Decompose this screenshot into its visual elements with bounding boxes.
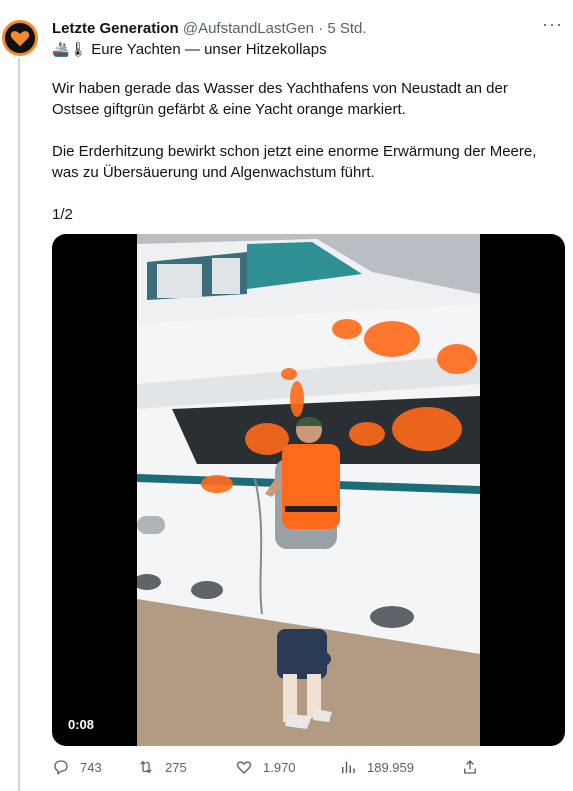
tweet-actions: 743 275 1.970 189.959: [52, 758, 552, 776]
reply-icon: [54, 760, 68, 776]
reply-count: 743: [80, 759, 102, 775]
share-button[interactable]: [461, 758, 479, 776]
views-count: 189.959: [367, 759, 414, 775]
ship-thermometer-icon: 🚢🌡: [52, 41, 88, 57]
retweet-button[interactable]: 275: [137, 758, 235, 776]
reply-button[interactable]: 743: [52, 758, 137, 776]
like-count: 1.970: [263, 759, 296, 775]
more-options-icon[interactable]: ···: [542, 14, 563, 35]
tweet-paragraph: Wir haben gerade das Wasser des Yachthaf…: [52, 80, 508, 118]
views-chart-icon: [342, 761, 355, 773]
subtitle-text: Eure Yachten — unser Hitzekollaps: [91, 41, 327, 58]
heart-logo-icon: [10, 31, 30, 47]
video-duration: 0:08: [62, 715, 101, 734]
views-button[interactable]: 189.959: [339, 758, 461, 776]
tweet-body: Wir haben gerade das Wasser des Yachthaf…: [52, 78, 552, 246]
tweet-paragraph: 1/2: [52, 206, 73, 223]
like-button[interactable]: 1.970: [235, 758, 339, 776]
avatar[interactable]: [2, 20, 38, 56]
retweet-count: 275: [165, 759, 187, 775]
yacht-scene-image: [137, 234, 480, 746]
tweet-paragraph: Die Erderhitzung bewirkt schon jetzt ein…: [52, 143, 537, 181]
author-name[interactable]: Letzte Generation: [52, 20, 179, 37]
video-frame: [137, 234, 480, 746]
retweet-icon: [140, 760, 152, 774]
heart-icon: [236, 761, 252, 774]
thread-line: [18, 58, 20, 791]
share-icon: [464, 760, 476, 774]
video-player[interactable]: 0:08: [52, 234, 565, 746]
author-handle-time[interactable]: @AufstandLastGen · 5 Std.: [183, 20, 367, 37]
tweet-subtitle: 🚢🌡 Eure Yachten — unser Hitzekollaps: [52, 41, 327, 58]
tweet-header: Letzte Generation @AufstandLastGen · 5 S…: [52, 20, 367, 37]
